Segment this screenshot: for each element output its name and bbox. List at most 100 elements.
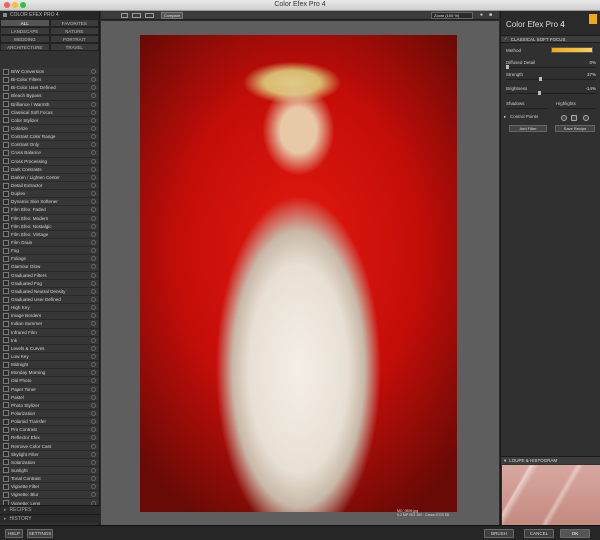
favorite-star-icon[interactable] [3, 141, 9, 148]
filter-list-item[interactable]: Bi-Color User Defined [2, 84, 98, 93]
filter-list-item[interactable]: Reflector Efex [2, 434, 98, 443]
filter-list-item[interactable]: B/W Conversion [2, 68, 98, 77]
filter-list-item[interactable]: Vignette: Blur [2, 491, 98, 500]
filter-preset-icon[interactable] [91, 191, 96, 197]
filter-preset-icon[interactable] [91, 142, 96, 148]
filter-preset-icon[interactable] [91, 231, 96, 237]
filter-list-item[interactable]: Glamour Glow [2, 263, 98, 272]
favorite-star-icon[interactable] [3, 125, 9, 132]
brightness-slider[interactable] [506, 91, 596, 95]
favorite-star-icon[interactable] [3, 467, 9, 474]
favorite-star-icon[interactable] [3, 68, 9, 75]
favorite-star-icon[interactable] [3, 451, 9, 458]
filter-list-item[interactable]: Dark Contrasts [2, 165, 98, 174]
filter-list-item[interactable]: Sunlight [2, 466, 98, 476]
favorite-star-icon[interactable] [3, 394, 9, 401]
filter-preset-icon[interactable] [91, 240, 96, 246]
filter-list-item[interactable]: Pro Contrast [2, 426, 98, 435]
background-swatch-icon[interactable]: ■ [488, 13, 493, 18]
favorite-star-icon[interactable] [3, 263, 9, 270]
filter-list-item[interactable]: Polarization [2, 409, 98, 419]
side-by-side-view-icon[interactable] [145, 13, 154, 18]
filter-preset-icon[interactable] [91, 199, 96, 205]
highlights-slider[interactable] [556, 108, 596, 109]
favorite-star-icon[interactable] [3, 182, 9, 189]
filter-list-item[interactable]: Classical Soft Focus [2, 108, 98, 117]
filter-preset-icon[interactable] [91, 288, 96, 294]
split-view-icon[interactable] [132, 13, 141, 18]
filter-list-item[interactable]: Detail Extractor [2, 181, 98, 191]
favorite-star-icon[interactable] [3, 459, 9, 466]
filter-preset-icon[interactable] [91, 150, 96, 156]
favorite-star-icon[interactable] [3, 434, 9, 441]
history-section[interactable]: ▸ HISTORY [0, 514, 100, 523]
cancel-button[interactable]: CANCEL [524, 529, 554, 538]
favorite-star-icon[interactable] [3, 158, 9, 165]
filter-list-item[interactable]: Old Photo [2, 377, 98, 386]
slider-thumb[interactable] [506, 65, 509, 69]
favorite-star-icon[interactable] [3, 475, 9, 482]
favorite-star-icon[interactable] [3, 272, 9, 279]
filter-preset-icon[interactable] [91, 353, 96, 359]
filter-list-item[interactable]: Fog [2, 247, 98, 256]
favorite-star-icon[interactable] [3, 84, 9, 91]
diffused-detail-slider[interactable] [506, 65, 596, 69]
filter-list-item[interactable]: Cross Processing [2, 157, 98, 166]
favorite-star-icon[interactable] [3, 304, 9, 311]
add-control-point-icon[interactable] [561, 115, 567, 121]
filter-list-item[interactable]: Infrared Film [2, 328, 98, 337]
filter-list-item[interactable]: Graduated Filters [2, 271, 98, 280]
favorite-star-icon[interactable] [3, 491, 9, 498]
filter-preset-icon[interactable] [91, 329, 96, 335]
filter-preset-icon[interactable] [91, 476, 96, 482]
help-button[interactable]: HELP [5, 529, 23, 538]
filter-list-item[interactable]: Tonal Contrast [2, 475, 98, 484]
filter-preset-icon[interactable] [91, 410, 96, 416]
filter-preset-icon[interactable] [91, 207, 96, 213]
category-tab[interactable]: ARCHITECTURE [0, 43, 50, 51]
filter-preset-icon[interactable] [91, 435, 96, 441]
ok-button[interactable]: OK [560, 529, 590, 538]
filter-list-item[interactable]: Foliage [2, 255, 98, 264]
favorite-star-icon[interactable] [3, 337, 9, 344]
slider-thumb[interactable] [538, 91, 542, 95]
filter-list-item[interactable]: Contrast Color Range [2, 133, 98, 142]
favorite-star-icon[interactable] [3, 247, 9, 254]
favorite-star-icon[interactable] [3, 377, 9, 384]
filter-preset-icon[interactable] [91, 492, 96, 498]
favorite-star-icon[interactable] [3, 215, 9, 222]
filter-preset-icon[interactable] [91, 378, 96, 384]
slider-thumb[interactable] [539, 77, 543, 81]
favorite-star-icon[interactable] [3, 320, 9, 327]
category-tab[interactable]: LANDSCAPE [0, 27, 50, 35]
filter-preset-icon[interactable] [91, 272, 96, 278]
filter-preset-icon[interactable] [91, 117, 96, 123]
filter-list-item[interactable]: Midnight [2, 361, 98, 370]
loupe-preview[interactable] [502, 465, 600, 525]
filter-list-item[interactable]: Graduated Fog [2, 279, 98, 288]
filter-list-item[interactable]: Ink [2, 336, 98, 345]
favorite-star-icon[interactable] [3, 296, 9, 303]
filter-preset-icon[interactable] [91, 280, 96, 286]
filter-list-item[interactable]: Solarization [2, 458, 98, 467]
favorite-star-icon[interactable] [3, 280, 9, 287]
filter-preset-icon[interactable] [91, 362, 96, 368]
zoom-select[interactable]: Zoom (100 %) [431, 12, 473, 19]
filter-preset-icon[interactable] [91, 174, 96, 180]
filter-list-item[interactable]: Photo Stylizer [2, 401, 98, 410]
filter-preset-icon[interactable] [91, 109, 96, 115]
color-wheel-icon[interactable]: ● [479, 13, 484, 18]
filter-list-item[interactable]: Film Efex: Vintage [2, 230, 98, 239]
favorite-star-icon[interactable] [3, 410, 9, 417]
filter-list-item[interactable]: Bi-Color Filters [2, 76, 98, 85]
filter-preset-icon[interactable] [91, 93, 96, 99]
loupe-histogram-header[interactable]: ▾ LOUPE & HISTOGRAM [501, 456, 600, 464]
filter-list-item[interactable]: Cross Balance [2, 149, 98, 158]
filter-preset-icon[interactable] [91, 77, 96, 83]
preview-canvas[interactable]: MG_0899.jpg f/-2 MP ISO 100 · Canon EOS … [101, 21, 499, 525]
filter-preset-icon[interactable] [91, 337, 96, 343]
filter-list-item[interactable]: Graduated User Defined [2, 295, 98, 305]
filter-preset-icon[interactable] [91, 313, 96, 319]
category-tab[interactable]: NATURE [49, 27, 99, 35]
filter-list-item[interactable]: Film Efex: Faded [2, 206, 98, 215]
